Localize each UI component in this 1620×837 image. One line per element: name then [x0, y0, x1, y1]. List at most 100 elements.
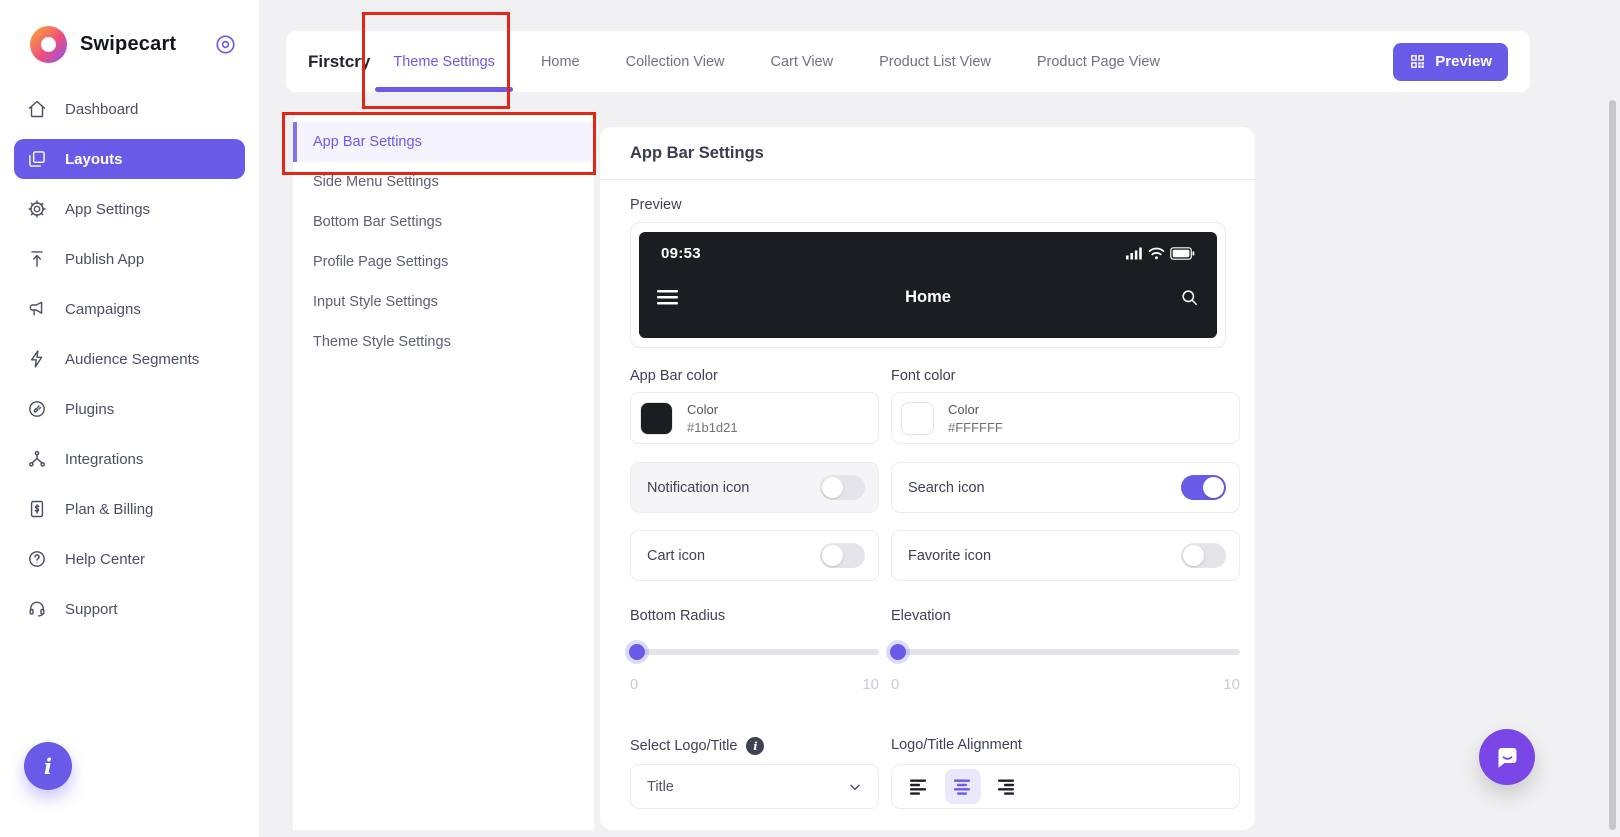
sidebar-item-label: Layouts	[65, 150, 123, 168]
tab-cart-view[interactable]: Cart View	[748, 31, 857, 92]
info-fab-button[interactable]: i	[24, 742, 72, 790]
menu-item-input-style-settings[interactable]: Input Style Settings	[293, 282, 594, 322]
gear-icon	[28, 200, 46, 218]
slider-max: 10	[1223, 676, 1240, 693]
plugin-icon	[29, 401, 45, 417]
sidebar-item-plan-billing[interactable]: Plan & Billing	[14, 489, 245, 529]
tab-product-list-view[interactable]: Product List View	[856, 31, 1014, 92]
sidebar-item-label: App Settings	[65, 200, 151, 218]
help-icon	[29, 551, 45, 567]
slider-min: 0	[891, 676, 900, 693]
elevation-range: 0 10	[891, 676, 1240, 693]
qr-code-icon	[1411, 55, 1425, 68]
app-bar-color-picker[interactable]: Color #1b1d21	[630, 392, 879, 444]
theme-settings-menu: App Bar Settings Side Menu Settings Bott…	[293, 113, 594, 830]
brand-name: Swipecart	[80, 33, 177, 55]
phone-status-bar: 09:53	[639, 232, 1217, 262]
preview-button-label: Preview	[1435, 53, 1492, 70]
tab-collection-view[interactable]: Collection View	[603, 31, 748, 92]
color-field-name: Color	[948, 402, 980, 418]
sidebar-item-campaigns[interactable]: Campaigns	[14, 289, 245, 329]
slider-track	[630, 649, 879, 655]
tab-label: Collection View	[625, 53, 725, 70]
menu-item-profile-page-settings[interactable]: Profile Page Settings	[293, 242, 594, 282]
sidebar-item-label: Dashboard	[65, 100, 139, 118]
logo-title-select[interactable]: Title	[630, 764, 879, 809]
logo-title-controls-row: Title	[630, 755, 1240, 809]
toggle-label: Notification icon	[647, 479, 750, 496]
tab-label: Product Page View	[1036, 53, 1160, 70]
sidebar-item-label: Campaigns	[65, 300, 141, 318]
sidebar-item-audience-segments[interactable]: Audience Segments	[14, 339, 245, 379]
align-left-button[interactable]	[901, 769, 937, 804]
sidebar-collapse-button[interactable]	[214, 33, 237, 56]
sidebar-item-help-center[interactable]: Help Center	[14, 539, 245, 579]
slider-min: 0	[630, 676, 639, 693]
phone-app-bar-row: Home	[639, 262, 1217, 338]
menu-item-label: Input Style Settings	[313, 294, 438, 310]
menu-item-bottom-bar-settings[interactable]: Bottom Bar Settings	[293, 202, 594, 242]
align-center-icon	[954, 779, 970, 795]
chat-bubble-icon	[1498, 747, 1516, 768]
info-fab-label: i	[44, 753, 52, 779]
select-logo-title-label: Select Logo/Title	[630, 738, 738, 754]
menu-item-label: Side Menu Settings	[313, 174, 439, 190]
align-left-icon	[910, 779, 926, 795]
app-bar-color-label: App Bar color	[630, 368, 718, 384]
wifi-icon	[1148, 247, 1165, 260]
notification-icon-toggle[interactable]	[820, 475, 865, 500]
cart-icon-toggle[interactable]	[820, 543, 865, 568]
menu-item-theme-style-settings[interactable]: Theme Style Settings	[293, 322, 594, 362]
font-color-picker[interactable]: Color #FFFFFF	[891, 392, 1240, 444]
toggle-label: Cart icon	[647, 547, 706, 564]
menu-item-side-menu-settings[interactable]: Side Menu Settings	[293, 162, 594, 202]
publish-icon	[31, 251, 43, 267]
preview-label: Preview	[630, 197, 682, 213]
sidebar-item-integrations[interactable]: Integrations	[14, 439, 245, 479]
sidebar-item-label: Help Center	[65, 550, 146, 568]
sidebar-item-dashboard[interactable]: Dashboard	[14, 89, 245, 129]
sliders-row	[629, 624, 1240, 660]
sidebar-item-app-settings[interactable]: App Settings	[14, 189, 245, 229]
info-icon[interactable]: i	[746, 737, 765, 755]
app-bar-settings-panel: App Bar Settings Preview 09:53 Home App …	[600, 127, 1255, 830]
tab-home[interactable]: Home	[518, 31, 603, 92]
bottom-radius-slider[interactable]	[629, 644, 879, 660]
status-icons	[1126, 247, 1195, 260]
sidebar-item-support[interactable]: Support	[14, 589, 245, 629]
app-bar-color-swatch	[640, 401, 673, 435]
search-icon-toggle[interactable]	[1181, 475, 1226, 500]
favorite-icon-toggle[interactable]	[1181, 543, 1226, 568]
color-section-labels: App Bar color Font color	[630, 368, 1240, 384]
sidebar-item-label: Audience Segments	[65, 350, 200, 368]
chat-fab-button[interactable]	[1479, 729, 1535, 785]
megaphone-icon	[29, 301, 43, 316]
sidebar-item-label: Publish App	[65, 250, 145, 268]
tab-theme-settings[interactable]: Theme Settings	[370, 31, 518, 92]
preview-button[interactable]: Preview	[1393, 42, 1508, 81]
slider-thumb[interactable]	[629, 644, 645, 660]
app-bar-color-value: #1b1d21	[687, 419, 738, 435]
slider-thumb[interactable]	[890, 644, 906, 660]
menu-item-label: Theme Style Settings	[313, 334, 451, 350]
circle-dot-icon	[216, 35, 235, 54]
elevation-slider[interactable]	[890, 644, 1240, 660]
color-field-name: Color	[687, 402, 719, 418]
layouts-icon	[29, 151, 45, 167]
slider-minmax-row: 0 10 0 10	[630, 660, 1240, 693]
align-right-button[interactable]	[989, 769, 1025, 804]
font-color-swatch	[901, 401, 934, 435]
toggle-label: Search icon	[908, 479, 985, 496]
menu-item-label: App Bar Settings	[313, 134, 422, 150]
menu-item-app-bar-settings[interactable]: App Bar Settings	[293, 122, 594, 162]
tab-label: Cart View	[770, 53, 834, 70]
sidebar-item-publish-app[interactable]: Publish App	[14, 239, 245, 279]
tab-product-page-view[interactable]: Product Page View	[1014, 31, 1183, 92]
page-scrollbar[interactable]	[1609, 100, 1616, 830]
sidebar-item-layouts[interactable]: Layouts	[14, 139, 245, 179]
align-center-button[interactable]	[945, 769, 981, 804]
panel-body: Preview 09:53 Home App Bar color Font co…	[600, 180, 1255, 809]
sidebar-item-plugins[interactable]: Plugins	[14, 389, 245, 429]
integrations-icon	[29, 450, 45, 467]
lightning-icon	[30, 350, 43, 368]
